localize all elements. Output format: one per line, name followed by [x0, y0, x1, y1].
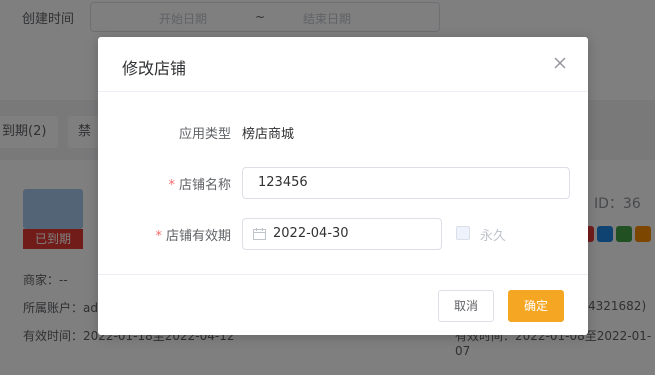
calendar-icon	[253, 228, 266, 240]
app-type-label: 应用类型	[178, 127, 231, 142]
expiry-date-value: 2022-04-30	[273, 226, 349, 241]
permanent-checkbox[interactable]	[456, 226, 470, 240]
permanent-label[interactable]: 永久	[480, 225, 506, 244]
dialog-footer: 取消 确定	[98, 274, 588, 335]
required-mark: *	[155, 229, 162, 244]
required-mark: *	[168, 178, 175, 193]
expiry-date-input[interactable]: 2022-04-30	[242, 218, 442, 250]
edit-store-dialog: 修改店铺 应用类型 榜店商城 * 店铺名称 123456 * 店铺有效期 2022-…	[98, 37, 588, 335]
expiry-row: * 店铺有效期 2022-04-30 永久	[98, 218, 588, 250]
store-name-input[interactable]: 123456	[242, 167, 570, 199]
app-type-value: 榜店商城	[242, 127, 295, 142]
dialog-title: 修改店铺	[122, 59, 187, 78]
store-name-row: * 店铺名称 123456	[98, 167, 588, 199]
store-name-label: * 店铺名称	[168, 178, 231, 193]
confirm-button[interactable]: 确定	[508, 290, 564, 322]
dialog-header: 修改店铺	[98, 37, 588, 92]
expiry-label: * 店铺有效期	[155, 229, 231, 244]
close-icon[interactable]	[552, 55, 568, 71]
cancel-button[interactable]: 取消	[438, 290, 494, 322]
app-type-row: 应用类型 榜店商城	[98, 116, 588, 148]
